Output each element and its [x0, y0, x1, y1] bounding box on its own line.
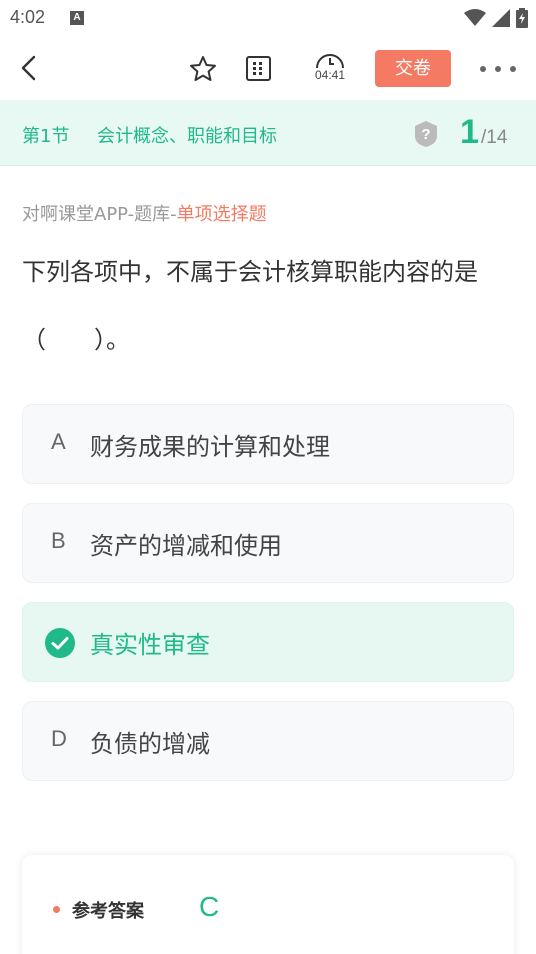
section-bar: 第1节 会计概念、职能和目标	[0, 100, 536, 166]
section-label: 第1节	[22, 126, 70, 147]
status-icons	[464, 8, 528, 28]
option-letter: B	[51, 528, 66, 553]
notification-a-icon: A	[70, 11, 84, 25]
source-prefix: 对啊课堂APP-题库-	[22, 204, 177, 225]
option-b[interactable]: B 资产的增减和使用	[22, 503, 514, 583]
timer[interactable]: 04:41	[310, 50, 350, 90]
answer-label: 参考答案	[72, 901, 144, 922]
status-bar: 4:02 A	[0, 0, 536, 36]
question-source: 对啊课堂APP-题库-单项选择题	[22, 200, 267, 226]
back-arrow-icon[interactable]	[16, 54, 44, 82]
signal-icon	[492, 9, 510, 27]
bullet-dot-icon	[53, 906, 60, 913]
answer-value: C	[199, 891, 220, 922]
option-letter: A	[51, 429, 66, 454]
help-icon[interactable]: ?	[413, 120, 439, 148]
battery-icon	[516, 8, 528, 28]
option-text: 负债的增减	[90, 730, 210, 758]
question-index: 1	[460, 113, 479, 151]
option-text: 财务成果的计算和处理	[90, 433, 330, 461]
top-toolbar: 04:41 交卷	[0, 36, 536, 100]
more-options-icon[interactable]	[478, 64, 518, 74]
option-a[interactable]: A 财务成果的计算和处理	[22, 404, 514, 484]
answer-card: 参考答案 C	[22, 855, 514, 954]
option-text: 资产的增减和使用	[90, 532, 282, 560]
question-type: 单项选择题	[176, 204, 267, 225]
option-text: 真实性审查	[90, 631, 210, 659]
question-total: /14	[481, 127, 508, 148]
status-time: 4:02	[10, 7, 46, 27]
option-letter: D	[51, 726, 67, 751]
check-circle-icon	[45, 628, 75, 658]
timer-text: 04:41	[314, 68, 346, 82]
question-text: 下列各项中，不属于会计核算职能内容的是（ ）。	[22, 258, 478, 354]
clock-icon	[316, 54, 344, 69]
option-d[interactable]: D 负债的增减	[22, 701, 514, 781]
wifi-icon	[464, 9, 486, 26]
submit-button[interactable]: 交卷	[375, 50, 451, 87]
section-title: 会计概念、职能和目标	[97, 126, 277, 147]
answer-sheet-icon[interactable]	[245, 55, 272, 82]
option-c[interactable]: 真实性审查	[22, 602, 514, 682]
favorite-star-icon[interactable]	[188, 54, 218, 84]
svg-text:?: ?	[421, 126, 430, 143]
